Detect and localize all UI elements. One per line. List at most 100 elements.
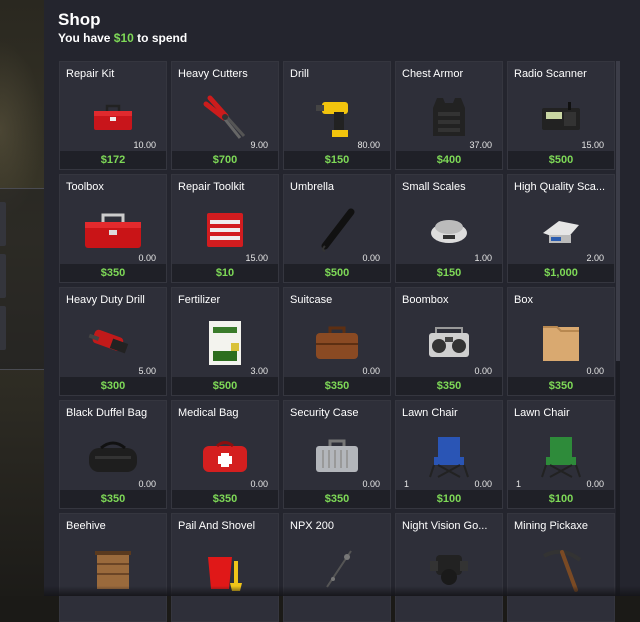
shop-item-name: Toolbox [66, 181, 104, 193]
shop-item-price: $172 [60, 151, 166, 169]
shop-item-card[interactable]: Boombox 0.00 $350 [395, 287, 503, 396]
shop-item-price: $350 [284, 490, 390, 508]
shop-item-card[interactable]: Medical Bag 0.00 $350 [171, 400, 279, 509]
drill-yellow-icon [284, 86, 390, 148]
shop-item-name: Drill [290, 68, 309, 80]
shop-panel: Shop You have $10 to spend Repair Kit 10.… [44, 0, 640, 622]
shop-item-card[interactable]: Suitcase 0.00 $350 [283, 287, 391, 396]
shop-item-price: $350 [60, 490, 166, 508]
heavy-drill-icon [60, 312, 166, 374]
shop-item-name: Night Vision Go... [402, 520, 488, 532]
balance-suffix: to spend [133, 31, 188, 45]
shop-item-weight: 0.00 [362, 253, 380, 263]
shop-item-grid: Repair Kit 10.00 $172 Heavy Cutters 9.00 $700… [59, 61, 619, 622]
shop-item-card[interactable]: Umbrella 0.00 $500 [283, 174, 391, 283]
duffel-bag-black-icon [60, 425, 166, 487]
shop-item-weight: 10.00 [133, 140, 156, 150]
shop-item-card[interactable]: Black Duffel Bag 0.00 $350 [59, 400, 167, 509]
shop-item-weight: 15.00 [245, 253, 268, 263]
shop-item-name: Lawn Chair [402, 407, 458, 419]
shop-item-price: $400 [396, 151, 502, 169]
shop-item-card[interactable]: Heavy Cutters 9.00 $700 [171, 61, 279, 170]
shop-item-weight: 0.00 [250, 479, 268, 489]
suitcase-icon [284, 312, 390, 374]
shop-item-card[interactable]: Chest Armor 37.00 $400 [395, 61, 503, 170]
shop-item-name: Heavy Cutters [178, 68, 248, 80]
shop-item-weight: 0.00 [586, 479, 604, 489]
shop-item-card[interactable]: Drill 80.00 $150 [283, 61, 391, 170]
shop-item-weight: 2.00 [586, 253, 604, 263]
shop-item-price: $1,000 [508, 264, 614, 282]
shop-item-name: Repair Kit [66, 68, 115, 80]
shop-item-weight: 1.00 [474, 253, 492, 263]
shop-item-card[interactable]: Small Scales 1.00 $150 [395, 174, 503, 283]
shop-item-card[interactable]: Fertilizer 3.00 $500 [171, 287, 279, 396]
shop-item-name: Pail And Shovel [178, 520, 256, 532]
fertilizer-bag-icon [172, 312, 278, 374]
shop-item-price: $150 [396, 264, 502, 282]
side-menu-button-3[interactable] [0, 306, 6, 350]
shop-item-card[interactable]: Heavy Duty Drill 5.00 $300 [59, 287, 167, 396]
shop-item-card[interactable]: High Quality Sca... 2.00 $1,000 [507, 174, 615, 283]
shop-item-price: $300 [60, 377, 166, 395]
toolbox-red-icon [60, 86, 166, 148]
shop-item-weight: 0.00 [474, 366, 492, 376]
small-scale-icon [396, 199, 502, 261]
shop-item-name: Small Scales [402, 181, 466, 193]
shop-item-name: Suitcase [290, 294, 333, 306]
shop-item-weight: 3.00 [250, 366, 268, 376]
digital-scale-icon [508, 199, 614, 261]
shop-item-name: NPX 200 [290, 520, 335, 532]
shop-item-card[interactable]: Toolbox 0.00 $350 [59, 174, 167, 283]
shop-item-card[interactable]: Lawn Chair 1 0.00 $100 [395, 400, 503, 509]
shop-item-name: Fertilizer [178, 294, 221, 306]
shop-item-name: Boombox [402, 294, 449, 306]
shop-item-price: $100 [396, 490, 502, 508]
shop-item-price: $700 [172, 151, 278, 169]
balance-amount: $10 [113, 31, 134, 45]
lawn-chair-blue-icon [396, 425, 502, 487]
side-menu-button-2[interactable] [0, 254, 6, 298]
shop-item-name: Mining Pickaxe [514, 520, 588, 532]
shop-item-card[interactable]: Lawn Chair 1 0.00 $100 [507, 400, 615, 509]
shop-item-card[interactable]: Radio Scanner 15.00 $500 [507, 61, 615, 170]
shop-item-price: $350 [284, 377, 390, 395]
shop-item-weight: 80.00 [357, 140, 380, 150]
shop-item-weight: 5.00 [138, 366, 156, 376]
shop-item-name: Box [514, 294, 533, 306]
shop-item-card[interactable]: Mining Pickaxe [507, 513, 615, 622]
shop-item-card[interactable]: Beehive [59, 513, 167, 622]
boombox-icon [396, 312, 502, 374]
shop-scrollbar[interactable] [616, 61, 620, 596]
side-menu-frame [0, 188, 44, 370]
shop-item-count: 1 [516, 479, 522, 489]
shop-item-price: $10 [172, 264, 278, 282]
shop-item-card[interactable]: Security Case 0.00 $350 [283, 400, 391, 509]
shop-item-name: Umbrella [290, 181, 335, 193]
shop-item-card[interactable]: Repair Toolkit 15.00 $10 [171, 174, 279, 283]
shop-item-price: $500 [172, 377, 278, 395]
shop-item-weight: 0.00 [138, 253, 156, 263]
shop-item-name: Chest Armor [402, 68, 464, 80]
shop-item-name: High Quality Sca... [514, 181, 606, 193]
shop-item-weight: 0.00 [138, 479, 156, 489]
shop-item-price: $150 [284, 151, 390, 169]
shop-item-weight: 0.00 [362, 366, 380, 376]
toolbox-icon [60, 199, 166, 261]
shop-item-weight: 0.00 [474, 479, 492, 489]
cardboard-box-icon [508, 312, 614, 374]
medical-bag-icon [172, 425, 278, 487]
shop-item-card[interactable]: Pail And Shovel [171, 513, 279, 622]
shop-item-name: Medical Bag [178, 407, 239, 419]
scrollbar-thumb[interactable] [616, 61, 620, 361]
lawn-chair-green-icon [508, 425, 614, 487]
side-menu-button-1[interactable] [0, 202, 6, 246]
shop-item-name: Black Duffel Bag [66, 407, 148, 419]
shop-item-card[interactable]: Repair Kit 10.00 $172 [59, 61, 167, 170]
shop-item-weight: 0.00 [362, 479, 380, 489]
shop-item-card[interactable]: Night Vision Go... [395, 513, 503, 622]
shop-title: Shop [58, 10, 101, 29]
shop-item-card[interactable]: Box 0.00 $350 [507, 287, 615, 396]
shop-item-price: $350 [396, 377, 502, 395]
shop-item-card[interactable]: NPX 200 [283, 513, 391, 622]
